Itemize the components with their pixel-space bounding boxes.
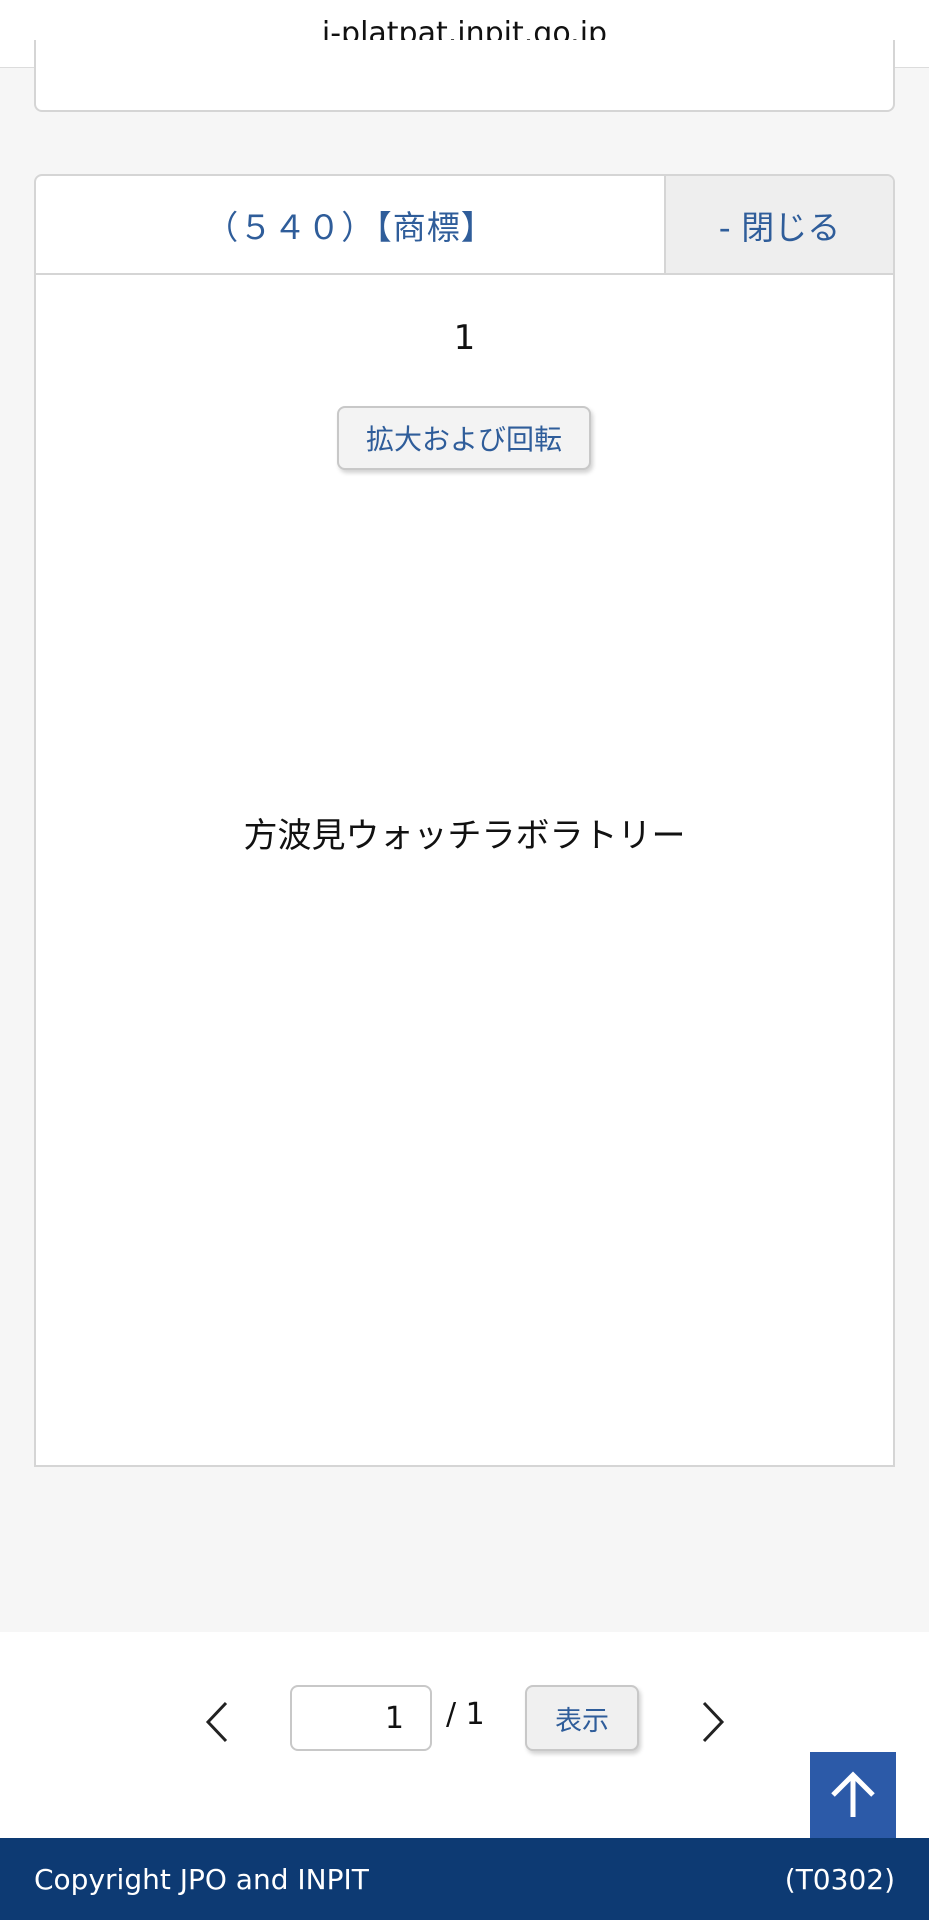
page-code: (T0302) [784, 1862, 895, 1896]
copyright-text: Copyright JPO and INPIT [34, 1862, 369, 1896]
image-page-number: 1 [453, 318, 476, 358]
previous-page-button[interactable] [198, 1697, 238, 1747]
show-button[interactable]: 表示 [525, 1685, 639, 1751]
chevron-left-icon [205, 1701, 228, 1743]
next-page-button[interactable] [692, 1697, 732, 1747]
back-to-top-button[interactable] [810, 1752, 896, 1838]
footer: Copyright JPO and INPIT (T0302) [0, 1838, 929, 1920]
panel-header: （５４０）【商標】 - 閉じる [36, 176, 893, 275]
arrow-up-icon [831, 1771, 875, 1817]
panel-title[interactable]: （５４０）【商標】 [36, 176, 664, 273]
previous-section-panel [34, 40, 895, 112]
pager-bar [0, 1632, 929, 1838]
close-button[interactable]: - 閉じる [664, 176, 893, 273]
trademark-image-text: 方波見ウォッチラボラトリー [243, 816, 686, 856]
chevron-right-icon [702, 1701, 725, 1743]
zoom-rotate-button[interactable]: 拡大および回転 [337, 406, 591, 470]
page-total: / 1 [446, 1697, 485, 1732]
page-number-input[interactable] [290, 1685, 432, 1751]
